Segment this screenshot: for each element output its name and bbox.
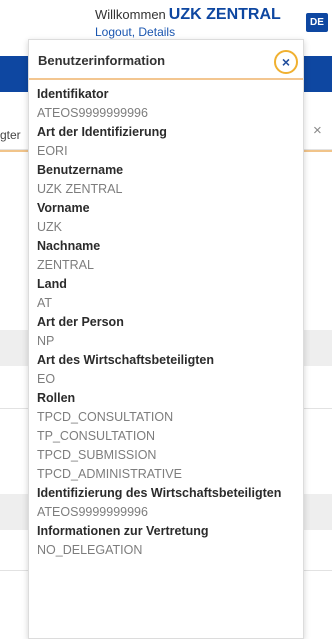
field-label: Art des Wirtschaftsbeteiligten [37, 353, 215, 367]
field-value: TPCD_ADMINISTRATIVE [37, 467, 182, 481]
field-value: UZK [37, 220, 62, 234]
field-value: EO [37, 372, 56, 386]
panel-header: Benutzerinformation × [29, 40, 303, 80]
details-link[interactable]: Details [138, 25, 175, 39]
close-button[interactable]: × [274, 50, 298, 74]
field-value: AT [37, 296, 53, 310]
field-value: UZK ZENTRAL [37, 182, 123, 196]
field-value: NP [37, 334, 55, 348]
field-value: TPCD_CONSULTATION [37, 410, 174, 424]
background-close-icon[interactable]: × [313, 123, 327, 138]
panel-title: Benutzerinformation [38, 53, 166, 68]
header-links: Logout, Details [95, 25, 175, 39]
link-separator: , [131, 25, 136, 39]
welcome-message: Willkommen UZK ZENTRAL [95, 6, 281, 24]
field-value: NO_DELEGATION [37, 543, 143, 557]
field-value: ATEOS9999999996 [37, 505, 148, 519]
field-label: Identifizierung des Wirtschaftsbeteiligt… [37, 486, 282, 500]
field-label: Identifikator [37, 87, 109, 101]
field-value: EORI [37, 144, 68, 158]
field-label: Rollen [37, 391, 76, 405]
field-value: TPCD_SUBMISSION [37, 448, 157, 462]
field-value: TP_CONSULTATION [37, 429, 156, 443]
user-name: UZK ZENTRAL [168, 6, 281, 23]
logout-link[interactable]: Logout [95, 25, 132, 39]
field-label: Art der Person [37, 315, 124, 329]
field-label: Land [37, 277, 67, 291]
field-value: ZENTRAL [37, 258, 94, 272]
user-info-panel: Benutzerinformation × Identifikator ATEOS… [28, 39, 304, 639]
field-label: Benutzername [37, 163, 124, 177]
field-label: Art der Identifizierung [37, 125, 167, 139]
field-label: Informationen zur Vertretung [37, 524, 209, 538]
welcome-label: Willkommen [95, 7, 166, 22]
field-value: ATEOS9999999996 [37, 106, 148, 120]
panel-body: Identifikator ATEOS9999999996 Art der Iden… [29, 80, 303, 559]
language-selector[interactable]: DE [306, 13, 328, 32]
field-label: Nachname [37, 239, 101, 253]
background-tab-label[interactable]: gter [0, 128, 21, 142]
field-label: Vorname [37, 201, 90, 215]
